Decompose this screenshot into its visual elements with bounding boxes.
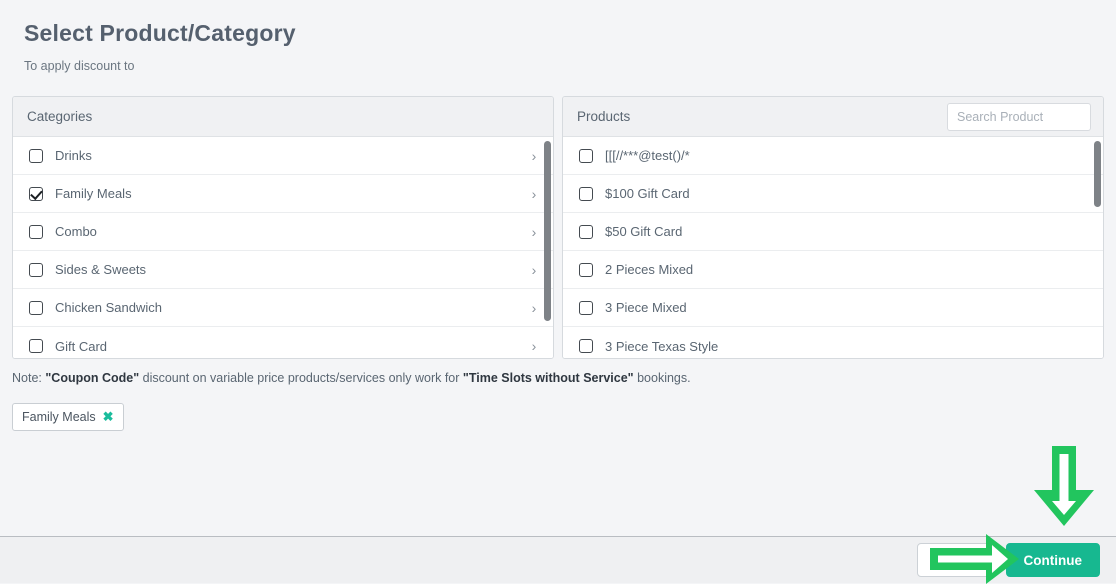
chip-label: Family Meals [22,410,96,424]
note-bold-coupon-code: "Coupon Code" [45,371,139,385]
product-row[interactable]: 2 Pieces Mixed [563,251,1103,289]
product-checkbox[interactable] [579,187,593,201]
product-label: 3 Piece Mixed [605,300,1089,315]
categories-panel-header: Categories [13,97,553,137]
category-label: Gift Card [55,339,529,354]
chevron-right-icon[interactable]: › [529,339,539,353]
dialog-footer: Cancel Continue [0,536,1116,583]
page-title: Select Product/Category [24,18,1092,48]
category-label: Chicken Sandwich [55,300,529,315]
product-checkbox[interactable] [579,301,593,315]
chip-family-meals[interactable]: Family Meals ✖ [12,403,124,431]
product-label: 2 Pieces Mixed [605,262,1089,277]
products-panel-header: Products [563,97,1103,137]
note-middle: discount on variable price products/serv… [139,371,463,385]
note-text: Note: "Coupon Code" discount on variable… [0,370,1116,386]
category-checkbox[interactable] [29,187,43,201]
selection-panels: Categories Drinks›Family Meals›Combo›Sid… [0,96,1116,359]
note-suffix: bookings. [634,371,691,385]
product-checkbox[interactable] [579,339,593,353]
continue-button[interactable]: Continue [1006,543,1101,577]
category-checkbox[interactable] [29,149,43,163]
category-row[interactable]: Gift Card› [13,327,553,358]
chevron-right-icon[interactable]: › [529,263,539,277]
note-prefix: Note: [12,371,45,385]
chevron-right-icon[interactable]: › [529,225,539,239]
categories-panel: Categories Drinks›Family Meals›Combo›Sid… [12,96,554,359]
cancel-button[interactable]: Cancel [917,543,995,577]
category-label: Sides & Sweets [55,262,529,277]
products-list[interactable]: [[[//***@test()/* $100 Gift Card $50 Gift … [563,137,1103,358]
product-row[interactable]: 3 Piece Texas Style [563,327,1103,358]
product-row[interactable]: $100 Gift Card [563,175,1103,213]
category-row[interactable]: Combo› [13,213,553,251]
selected-items-chips: Family Meals ✖ [0,403,1116,431]
product-row[interactable]: 3 Piece Mixed [563,289,1103,327]
page-header: Select Product/Category To apply discoun… [0,0,1116,74]
products-panel: Products [[[//***@test()/* $100 Gift Card… [562,96,1104,359]
product-label: $100 Gift Card [605,186,1089,201]
category-checkbox[interactable] [29,339,43,353]
dialog-body: Categories Drinks›Family Meals›Combo›Sid… [0,96,1116,526]
category-checkbox[interactable] [29,263,43,277]
chevron-right-icon[interactable]: › [529,301,539,315]
category-row[interactable]: Sides & Sweets› [13,251,553,289]
category-label: Drinks [55,148,529,163]
product-label: 3 Piece Texas Style [605,339,1089,354]
categories-scrollbar-thumb[interactable] [544,141,551,321]
category-label: Family Meals [55,186,529,201]
chip-remove-icon[interactable]: ✖ [103,409,114,425]
product-checkbox[interactable] [579,263,593,277]
category-row[interactable]: Chicken Sandwich› [13,289,553,327]
search-product-input[interactable] [947,103,1091,131]
product-label: [[[//***@test()/* [605,148,1089,163]
chevron-right-icon[interactable]: › [529,149,539,163]
category-label: Combo [55,224,529,239]
product-label: $50 Gift Card [605,224,1089,239]
category-checkbox[interactable] [29,225,43,239]
product-row[interactable]: $50 Gift Card [563,213,1103,251]
category-row[interactable]: Family Meals› [13,175,553,213]
products-scrollbar-thumb[interactable] [1094,141,1101,207]
note-bold-time-slots: "Time Slots without Service" [463,371,634,385]
categories-panel-title: Categories [27,109,92,124]
page-subtitle: To apply discount to [24,58,1092,74]
product-checkbox[interactable] [579,149,593,163]
product-checkbox[interactable] [579,225,593,239]
category-row[interactable]: Drinks› [13,137,553,175]
categories-list[interactable]: Drinks›Family Meals›Combo›Sides & Sweets… [13,137,553,358]
category-checkbox[interactable] [29,301,43,315]
product-row[interactable]: [[[//***@test()/* [563,137,1103,175]
chevron-right-icon[interactable]: › [529,187,539,201]
products-panel-title: Products [577,109,630,124]
